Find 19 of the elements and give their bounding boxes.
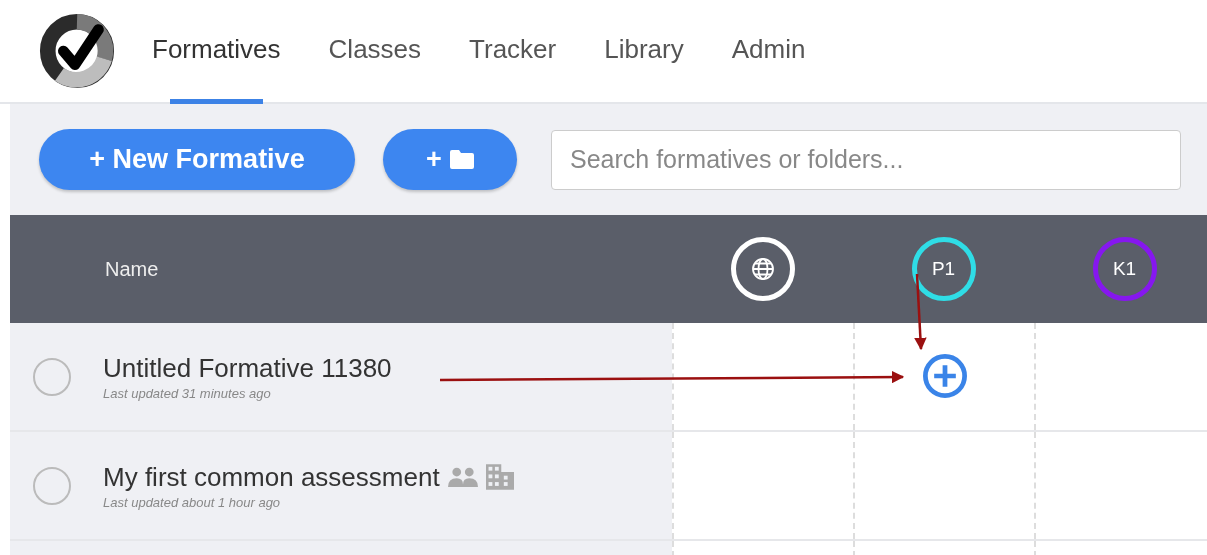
nav-tab[interactable]: Formatives (152, 0, 281, 102)
nav-tab[interactable]: Library (604, 0, 684, 102)
class-badge[interactable]: K1 (1092, 237, 1157, 301)
globe-column-badge[interactable] (730, 237, 795, 301)
last-updated-text: Last updated 31 minutes ago (103, 385, 272, 401)
nav-tab[interactable]: Admin (731, 0, 806, 102)
formative-title[interactable]: Untitled Formative 11380 (103, 352, 392, 384)
new-formative-button[interactable]: + New Formative (39, 129, 355, 190)
nav-tab[interactable]: Classes (328, 0, 422, 102)
formative-title[interactable]: My first common assessment (103, 461, 440, 493)
folder-icon (449, 150, 474, 169)
class-badge[interactable]: P1 (911, 237, 976, 301)
new-folder-button[interactable]: + (383, 129, 517, 190)
search-field[interactable]: Search formatives or folders... (551, 129, 1181, 190)
nav-tab[interactable]: Tracker (469, 0, 557, 102)
add-circle-button[interactable] (921, 352, 968, 399)
name-column-header: Name (105, 257, 159, 281)
globe-icon (750, 257, 775, 281)
last-updated-text: Last updated about 1 hour ago (103, 494, 282, 510)
